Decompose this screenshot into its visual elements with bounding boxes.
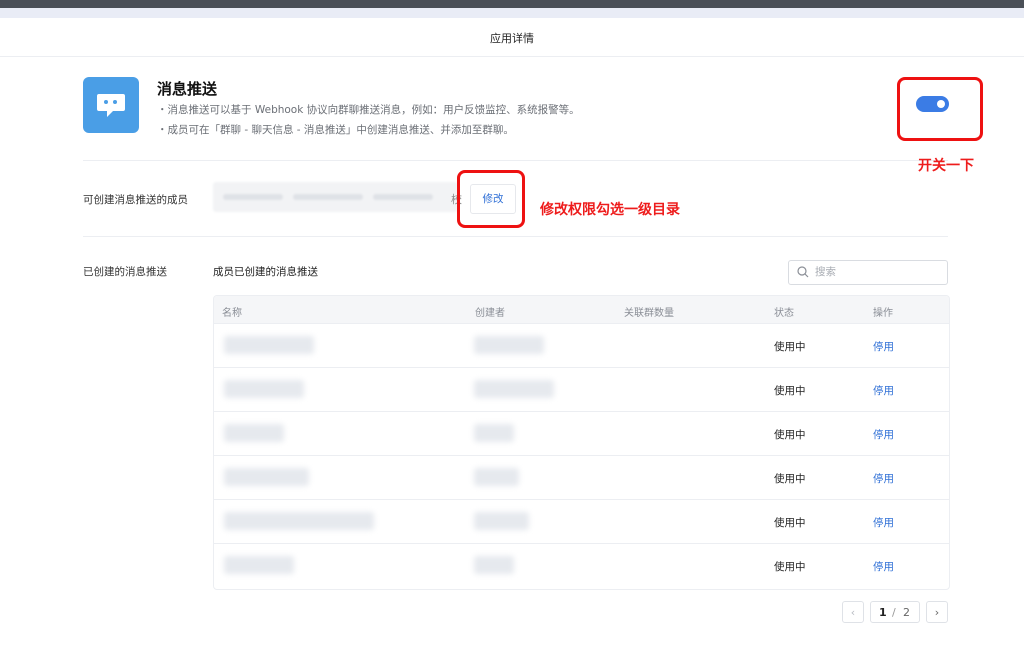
column-group-count: 关联群数量 [624,308,674,319]
window-top-bar [0,0,1024,8]
disable-link[interactable]: 停用 [873,339,894,354]
divider [83,236,948,237]
prev-page-button[interactable]: ‹ [842,601,864,623]
blurred-creator [474,336,544,354]
annotation-highlight-edit [457,170,525,228]
disable-link[interactable]: 停用 [873,427,894,442]
total-pages: 2 [903,606,910,619]
members-list-blurred [213,182,458,212]
app-description-line: ・消息推送可以基于 Webhook 协议向群聊推送消息，例如：用户反馈监控、系统… [157,104,580,116]
disable-link[interactable]: 停用 [873,559,894,574]
pushes-table: 名称 创建者 关联群数量 状态 操作 使用中 停用 使用中 停用 使用中 停用 … [213,295,950,590]
table-row: 使用中 停用 [214,323,949,368]
blurred-name [224,336,314,354]
search-icon [797,266,809,278]
search-input[interactable] [815,264,935,280]
table-row: 使用中 停用 [214,367,949,412]
column-name: 名称 [222,308,242,319]
page-title: 应用详情 [490,32,534,45]
disable-link[interactable]: 停用 [873,515,894,530]
created-pushes-label: 已创建的消息推送 [83,266,167,278]
status-text: 使用中 [774,385,806,397]
table-row: 使用中 停用 [214,499,949,544]
blurred-creator [474,380,554,398]
status-text: 使用中 [774,429,806,441]
search-box[interactable] [788,260,948,285]
blurred-name [224,556,294,574]
annotation-note-toggle: 开关一下 [918,158,974,174]
disable-link[interactable]: 停用 [873,383,894,398]
disable-link[interactable]: 停用 [873,471,894,486]
table-header: 名称 创建者 关联群数量 状态 操作 [214,296,949,323]
divider [83,160,948,161]
table-row: 使用中 停用 [214,543,949,588]
status-text: 使用中 [774,341,806,353]
current-page[interactable]: 1 [879,606,887,619]
blurred-name [224,468,309,486]
page-indicator: 1 / 2 [870,601,920,623]
annotation-note-edit: 修改权限勾选一级目录 [540,202,680,218]
blurred-creator [474,468,519,486]
blurred-name [224,380,304,398]
page-header: 应用详情 [0,18,1024,57]
status-text: 使用中 [774,517,806,529]
blurred-creator [474,556,514,574]
blurred-creator [474,424,514,442]
column-status: 状态 [774,308,794,319]
app-description-line: ・成员可在「群聊 - 聊天信息 - 消息推送」中创建消息推送、并添加至群聊。 [157,124,514,136]
table-row: 使用中 停用 [214,411,949,456]
window-subbar [0,8,1024,18]
chat-bubble-icon [83,77,139,133]
table-row: 使用中 停用 [214,455,949,500]
status-text: 使用中 [774,473,806,485]
blurred-creator [474,512,529,530]
status-text: 使用中 [774,561,806,573]
app-name: 消息推送 [157,80,218,98]
section-title: 成员已创建的消息推送 [213,266,318,278]
next-page-button[interactable]: › [926,601,948,623]
members-permission-label: 可创建消息推送的成员 [83,194,188,206]
annotation-highlight-toggle [897,77,983,141]
column-creator: 创建者 [475,308,505,319]
blurred-name [224,424,284,442]
blurred-name [224,512,374,530]
column-actions: 操作 [873,308,893,319]
page-separator: / [892,606,896,619]
